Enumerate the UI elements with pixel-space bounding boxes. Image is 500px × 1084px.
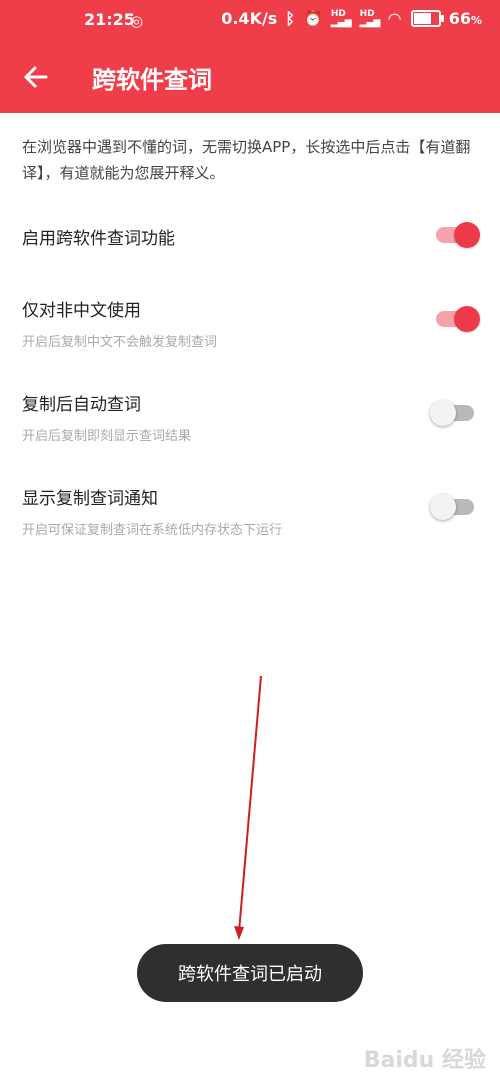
baidu-watermark: Baidu 经验 xyxy=(363,1048,486,1073)
toast-message: 跨软件查词已启动 xyxy=(137,944,363,1002)
annotation-arrow xyxy=(234,675,262,940)
